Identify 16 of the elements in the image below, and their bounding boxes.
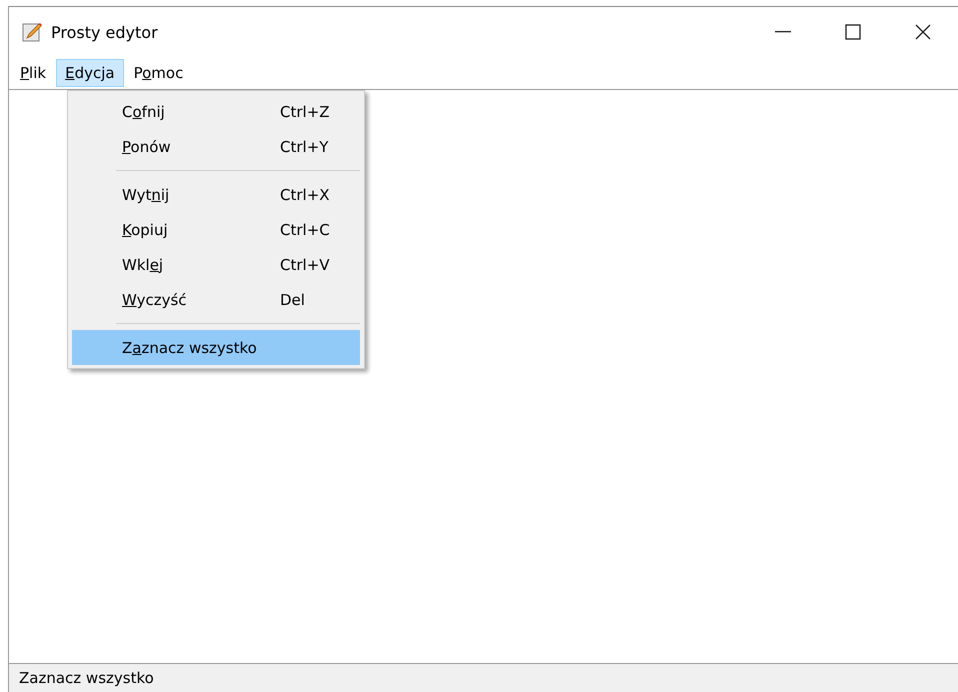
- menu-item[interactable]: Kopiuj Ctrl+C: [72, 212, 360, 247]
- menu-item[interactable]: Wklej Ctrl+V: [72, 247, 360, 282]
- menu-item[interactable]: Cofnij Ctrl+Z: [72, 94, 360, 129]
- menu-item[interactable]: Ponów Ctrl+Y: [72, 129, 360, 164]
- menu-item[interactable]: Zaznacz wszystko: [72, 330, 360, 365]
- status-text: Zaznacz wszystko: [19, 669, 154, 687]
- menu-item[interactable]: Wytnij Ctrl+X: [72, 177, 360, 212]
- notepad-pencil-icon: [21, 21, 43, 43]
- close-icon: [915, 24, 931, 40]
- window-title: Prosty edytor: [51, 22, 158, 42]
- menu-bar-item[interactable]: Pomoc: [124, 59, 192, 87]
- menu-bar-item[interactable]: Edycja: [56, 59, 124, 87]
- menu-bar-item[interactable]: Plik: [11, 59, 56, 87]
- minimize-icon: [775, 31, 791, 33]
- maximize-icon: [845, 24, 861, 40]
- menu-item[interactable]: Wyczyść Del: [72, 282, 360, 317]
